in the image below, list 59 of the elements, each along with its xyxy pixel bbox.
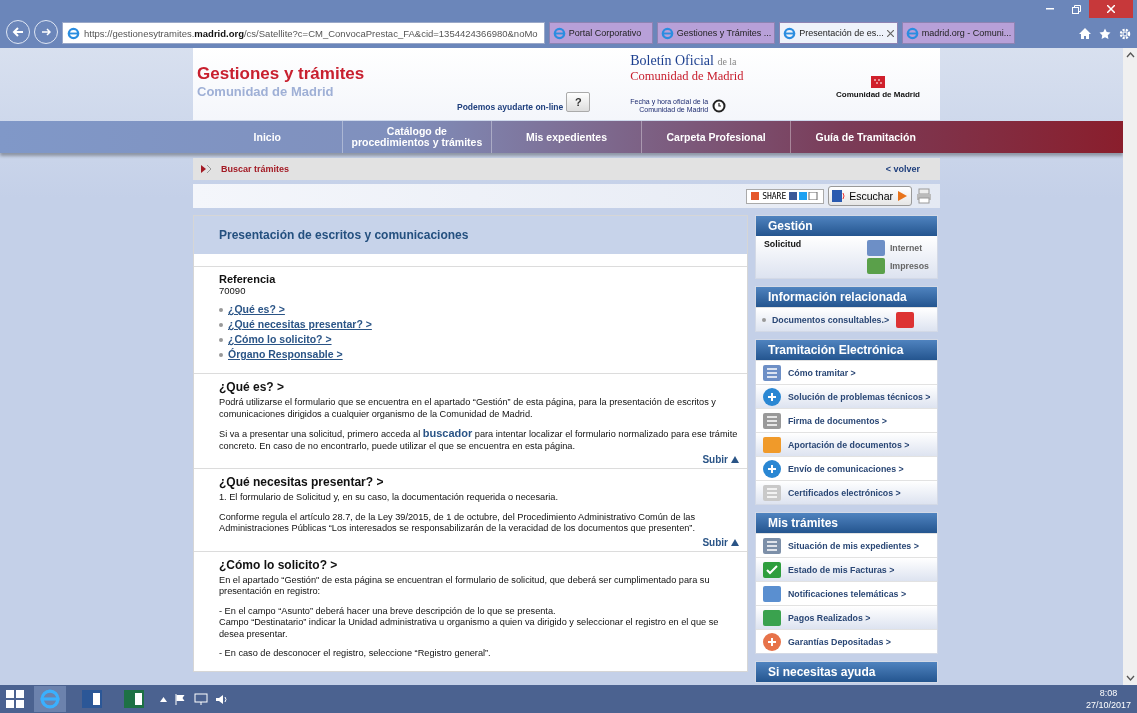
related-link[interactable]: Documentos consultables.> [756, 307, 937, 331]
paragraph: En el apartado “Gestión" de esta página se encuentran el formulario de solicitud, que deberá ser cumplimentado para su presentación en registro: [219, 574, 711, 598]
paragraph: 1. El formulario de Solicitud y, en su caso, la documentación requerida o necesaria. [219, 492, 559, 504]
panel-title: Si necesitas ayuda [756, 662, 937, 682]
sidebar-link[interactable]: Aportación de documentos > [756, 432, 937, 456]
sidebar-link[interactable]: Envío de comunicaciones > [756, 456, 937, 480]
logo-text: Comunidad de Madrid [836, 89, 920, 99]
paragraph: - En el campo “Asunto” deberá hacer una breve descripción de lo que se presenta. Campo “Destinatario” indicar la Unidad administrativa u organismo a quien va dirigido y seleccionar el registro en el que se desea presentar. [219, 605, 720, 640]
back-link[interactable]: < volver [885, 164, 920, 174]
panel-title: Gestión [756, 216, 937, 236]
address-field[interactable]: https://gestionesytramites.madrid.org/cs/Satellite?c=CM_ConvocaPrestac_FA&cid=1354424366980&noMo [62, 22, 545, 44]
section-heading: ¿Qué necesitas presentar? > [219, 475, 385, 489]
paragraph: Podrá utilizarse el formulario que se encuentra en el apartado “Gestión” de esta página, para la presentación de escritos y comunicaciones dirigidos a cualquier organismo de la Comunidad de Madrid. [219, 397, 717, 420]
sidebar-link[interactable]: Situación de mis expedientes > [756, 533, 937, 557]
page-title: Presentación de escritos y comunicaciones [194, 216, 747, 254]
sidebar-link[interactable]: Firma de documentos > [756, 408, 937, 432]
nav-item[interactable]: Carpeta Profesional [640, 121, 791, 153]
share-button[interactable]: SHARE [746, 188, 825, 204]
browser-tab[interactable]: Presentación de es... [779, 22, 898, 44]
request-link[interactable]: Impresos [865, 257, 929, 275]
site-subtitle: Comunidad de Madrid [197, 84, 335, 99]
back-to-top-link[interactable]: Subir [219, 454, 739, 465]
sidebar-link[interactable]: Estado de mis Facturas > [756, 557, 937, 581]
reference-label: Referencia [219, 273, 277, 285]
section-link[interactable]: ¿Qué necesitas presentar? > [228, 317, 372, 332]
paragraph: - En caso de desconocer el registro, seleccione “Registro general”. [219, 648, 492, 660]
taskbar-clock[interactable]: 8:08 27/10/2017 [1085, 687, 1131, 711]
help-label[interactable]: Podemos ayudarte on-line [457, 102, 564, 112]
browser-tab[interactable]: Gestiones y Trámites ... [656, 22, 776, 44]
back-to-top-link[interactable]: Subir [219, 536, 739, 548]
browser-tab[interactable]: Portal Corporativo [548, 22, 653, 44]
sidebar-link[interactable]: Garantías Depositadas > [756, 629, 937, 653]
panel-title: Mis trámites [756, 513, 937, 533]
browser-tab[interactable]: madrid.org - Comuni... [901, 22, 1016, 44]
sidebar-link[interactable]: Solución de problemas técnicos > [756, 384, 937, 408]
sidebar-link[interactable]: Notificaciones telemáticas > [756, 581, 937, 605]
request-link[interactable]: Internet [865, 239, 929, 257]
breadcrumb-link[interactable]: Buscar trámites [221, 164, 290, 174]
panel-title: Tramitación Electrónica [756, 340, 937, 360]
section-heading: ¿Qué es? > [219, 380, 286, 394]
section-heading: ¿Cómo lo solicito? > [219, 557, 339, 572]
paragraph: Si va a presentar una solicitud, primero acceda al buscador para intentar localizar el formulario normalizado para ese trámite concreto. En caso de no encontrarlo, puede utilizar el que se encuentra en esta página. [219, 428, 739, 452]
sidebar-link[interactable]: Cómo tramitar > [756, 360, 937, 384]
paragraph: Conforme regula el artículo 28.7, de la Ley 39/2015, de 1 de octubre, del Procedimiento Administrativo Común de las Administraciones Públicas “Los interesados se responsabilizarán de la veracidad de los documentos que presenten”. [219, 511, 696, 535]
request-label: Solicitud [764, 239, 803, 251]
section-link[interactable]: ¿Cómo lo solicito? > [228, 332, 332, 347]
bulletin-subtitle: Comunidad de Madrid [630, 69, 744, 84]
nav-item[interactable]: Guía de Tramitación [790, 121, 940, 153]
nav-item[interactable]: Mis expedientes [491, 121, 641, 153]
sidebar-link[interactable]: Pagos Realizados > [756, 605, 937, 629]
sidebar-link[interactable]: Certificados electrónicos > [756, 480, 937, 504]
reference-value: 70090 [219, 285, 247, 296]
help-bubble[interactable]: ? [566, 92, 591, 112]
site-title: Gestiones y trámites [197, 64, 366, 84]
section-link[interactable]: ¿Qué es? > [228, 302, 285, 317]
bulletin-title[interactable]: Boletín Oficial de la [630, 54, 744, 69]
panel-title: Información relacionada [756, 287, 937, 307]
section-link[interactable]: Órgano Responsable > [228, 347, 343, 362]
listen-button[interactable]: Escuchar [828, 186, 912, 206]
